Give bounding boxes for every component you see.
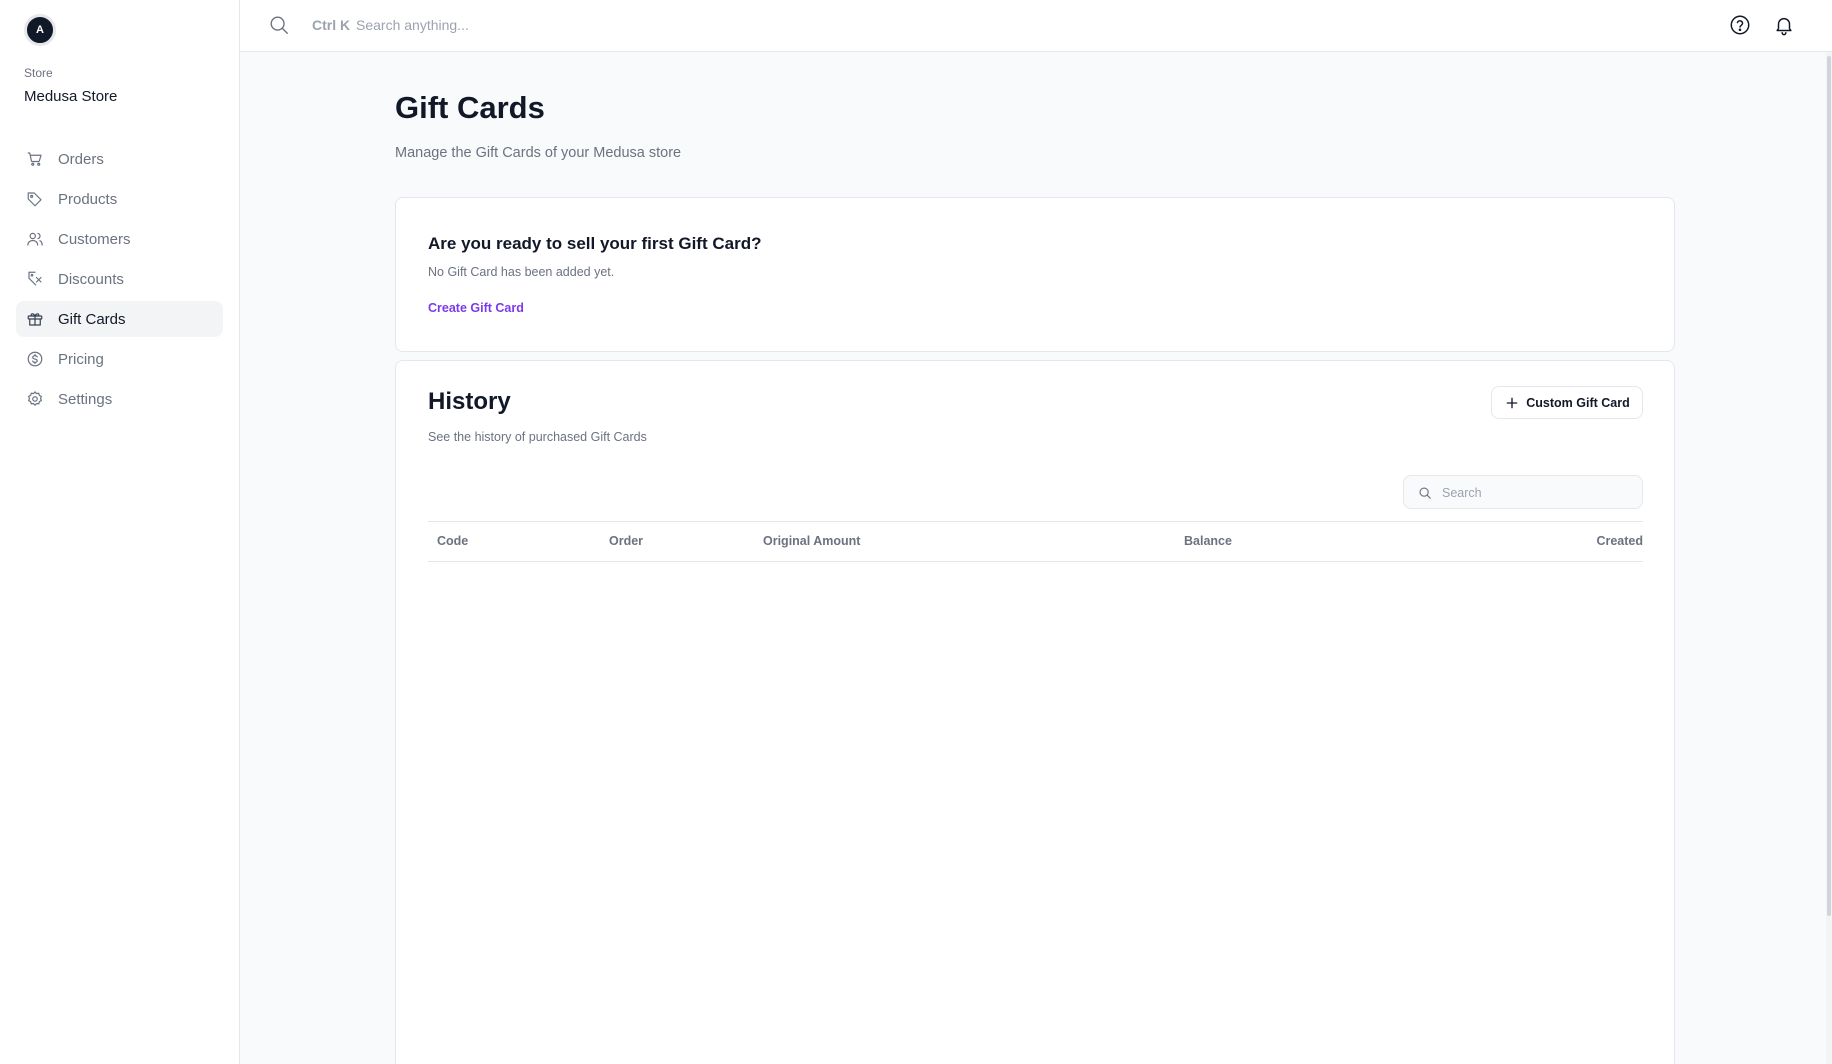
history-card: History See the history of purchased Gif… — [395, 360, 1675, 1064]
sidebar-item-pricing[interactable]: Pricing — [16, 341, 223, 377]
sidebar-item-label: Gift Cards — [58, 310, 126, 328]
history-subtitle: See the history of purchased Gift Cards — [428, 430, 647, 444]
store-name: Medusa Store — [24, 88, 118, 105]
column-header-original-amount[interactable]: Original Amount — [763, 534, 860, 548]
store-label: Store — [24, 66, 53, 80]
empty-state-heading: Are you ready to sell your first Gift Ca… — [428, 234, 762, 253]
sidebar-item-label: Discounts — [58, 270, 124, 288]
column-header-balance[interactable]: Balance — [1184, 534, 1232, 548]
sidebar: A Store Medusa Store Orders Products Cus… — [0, 0, 240, 1064]
sidebar-item-label: Pricing — [58, 350, 104, 368]
page-subtitle: Manage the Gift Cards of your Medusa sto… — [395, 145, 682, 161]
create-gift-card-link[interactable]: Create Gift Card — [428, 301, 524, 315]
sidebar-item-orders[interactable]: Orders — [16, 141, 223, 177]
gift-icon — [26, 310, 44, 328]
empty-state-subtext: No Gift Card has been added yet. — [428, 265, 615, 279]
avatar[interactable]: A — [24, 14, 56, 46]
sidebar-item-customers[interactable]: Customers — [16, 221, 223, 257]
column-header-order[interactable]: Order — [609, 534, 643, 548]
custom-gift-card-button[interactable]: Custom Gift Card — [1491, 386, 1643, 419]
sidebar-nav: Orders Products Customers Discounts Gift… — [16, 141, 223, 421]
sidebar-item-label: Orders — [58, 150, 104, 168]
global-search-input[interactable] — [356, 12, 756, 38]
help-icon[interactable] — [1729, 14, 1751, 36]
column-header-created[interactable]: Created — [1596, 534, 1643, 548]
table-search-input[interactable] — [1442, 483, 1632, 503]
topbar: Ctrl K — [240, 0, 1832, 52]
history-title: History — [428, 388, 511, 415]
sidebar-item-label: Customers — [58, 230, 131, 248]
sidebar-item-gift-cards[interactable]: Gift Cards — [16, 301, 223, 337]
sidebar-item-products[interactable]: Products — [16, 181, 223, 217]
sidebar-item-settings[interactable]: Settings — [16, 381, 223, 417]
table-search[interactable] — [1403, 475, 1643, 509]
table-header: Code Order Original Amount Balance Creat… — [428, 521, 1643, 562]
page-title: Gift Cards — [395, 90, 545, 125]
search-icon — [1419, 487, 1431, 499]
shortcut-hint: Ctrl K — [312, 17, 351, 33]
sidebar-item-label: Settings — [58, 390, 113, 408]
bell-icon[interactable] — [1773, 14, 1795, 36]
sidebar-item-discounts[interactable]: Discounts — [16, 261, 223, 297]
discount-icon — [26, 270, 44, 288]
tag-icon — [26, 190, 44, 208]
scrollbar-thumb[interactable] — [1827, 56, 1831, 916]
sidebar-item-label: Products — [58, 190, 118, 208]
cart-icon — [26, 150, 44, 168]
column-header-code[interactable]: Code — [437, 534, 468, 548]
search-icon — [270, 16, 288, 34]
gear-icon — [26, 390, 44, 408]
users-icon — [26, 230, 44, 248]
dollar-icon — [26, 350, 44, 368]
custom-gift-card-label: Custom Gift Card — [1526, 395, 1630, 410]
empty-state-card: Are you ready to sell your first Gift Ca… — [395, 197, 1675, 352]
plus-icon — [1506, 397, 1518, 408]
